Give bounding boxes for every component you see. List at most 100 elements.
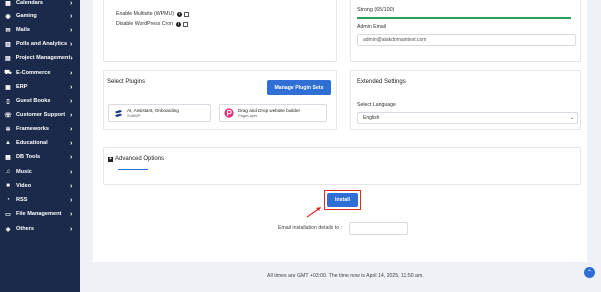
info-icon[interactable]: i (176, 11, 182, 17)
plugin-item-pagelayer[interactable]: Drag and Drop website builder PageLayer (219, 104, 327, 122)
sidebar-item-label: Others (16, 226, 35, 232)
sidebar-item-label: E-Commerce (16, 70, 51, 76)
sidebar-item-label: Music (16, 169, 32, 175)
language-select-value: English (363, 115, 380, 121)
admin-account-card: Strong (65/100) Admin Email admin@atakdo… (350, 0, 581, 62)
email-details-field[interactable] (349, 222, 408, 235)
select-language-label: Select Language (357, 102, 396, 108)
install-panel: Enable Multisite (WPMU) i Disable WordPr… (93, 0, 587, 262)
cart-icon: ⛟ (4, 70, 12, 76)
briefcase-icon: ▤ (4, 55, 11, 62)
sidebar-item-mails[interactable]: ✉ Mails › (0, 23, 80, 37)
folder-icon: ▭ (5, 211, 11, 218)
erp-icon: ▣ (5, 84, 11, 91)
advanced-options-card: + Advanced Options (103, 147, 581, 185)
chevron-right-icon: › (70, 111, 73, 119)
others-icon: ◈ (5, 226, 11, 233)
calendar-icon: ▦ (5, 0, 11, 7)
pagelayer-logo-icon (224, 108, 234, 118)
sidebar-item-label: Guest Books (16, 98, 51, 104)
select-plugins-card: Select Plugins Manage Plugin Sets AI, As… (103, 70, 337, 130)
plugin-author: PageLayer (238, 113, 258, 118)
sidebar-item-label: File Management (16, 211, 62, 217)
chevron-right-icon: › (70, 83, 73, 91)
sidebar-item-label: Mails (16, 27, 30, 33)
sidebar-item-db-tools[interactable]: ▦ DB Tools › (0, 150, 80, 164)
advanced-options-toggle[interactable]: + Advanced Options (108, 156, 164, 162)
red-arrow-annotation (306, 207, 321, 218)
language-select[interactable]: English ⌄ (357, 112, 578, 124)
chevron-right-icon: › (70, 40, 73, 48)
sidebar-item-label: Customer Support (16, 112, 66, 118)
multisite-checkbox[interactable] (183, 11, 189, 17)
sidebar-item-e-commerce[interactable]: ⛟ E-Commerce › (0, 66, 80, 80)
main-content: Enable Multisite (WPMU) i Disable WordPr… (80, 0, 601, 292)
admin-email-label: Admin Email (357, 24, 387, 30)
video-icon: ■ (6, 183, 10, 189)
sidebar-item-project-management[interactable]: ▤ Project Management › (0, 51, 80, 65)
sidebar-item-label: Calendars (16, 0, 44, 6)
sidebar-item-frameworks[interactable]: ✲ Frameworks › (0, 122, 80, 136)
disable-cron-label: Disable WordPress Cron (116, 21, 173, 27)
sidebar-item-educational[interactable]: ▲ Educational › (0, 136, 80, 150)
sidebar-item-label: Project Management (15, 55, 71, 61)
extended-settings-card: Extended Settings Select Language Englis… (350, 70, 581, 130)
chevron-right-icon: › (70, 225, 73, 233)
sidebar-item-label: Polls and Analytics (16, 41, 68, 47)
chevron-right-icon: › (70, 182, 73, 190)
email-details-label: Email installation details to : (278, 225, 343, 231)
sidebar-item-file-management[interactable]: ▭ File Management › (0, 207, 80, 221)
softwp-logo-icon (113, 108, 123, 118)
disable-cron-option: Disable WordPress Cron i (116, 21, 188, 27)
gamepad-icon: ◉ (5, 13, 11, 20)
sidebar-item-label: ERP (16, 84, 28, 90)
sidebar-item-others[interactable]: ◈ Others › (0, 222, 80, 236)
plugin-author: SoftWP (127, 113, 141, 118)
sidebar-item-customer-support[interactable]: ☏ Customer Support › (0, 108, 80, 122)
chevron-down-icon: ⌄ (569, 115, 574, 121)
sidebar-item-erp[interactable]: ▣ ERP › (0, 80, 80, 94)
chevron-right-icon: › (70, 0, 73, 7)
sidebar-item-label: Frameworks (16, 126, 49, 132)
sidebar-item-gaming[interactable]: ◉ Gaming › (0, 9, 80, 23)
manage-plugin-sets-button[interactable]: Manage Plugin Sets (267, 80, 331, 95)
install-button[interactable]: Install (327, 193, 358, 207)
advanced-options-underline (118, 169, 148, 170)
sidebar-item-polls-and-analytics[interactable]: ▥ Polls and Analytics › (0, 37, 80, 51)
chevron-right-icon: › (70, 97, 73, 105)
admin-email-field[interactable]: admin@atakdomaintest.com (357, 34, 576, 46)
chevron-right-icon: › (70, 54, 73, 62)
sidebar-item-label: Educational (16, 140, 48, 146)
disable-cron-checkbox[interactable] (183, 21, 188, 27)
chevron-right-icon: › (70, 12, 73, 20)
sidebar-item-music[interactable]: ♫ Music › (0, 165, 80, 179)
book-icon: ▯ (6, 98, 10, 105)
password-strength-bar (357, 17, 571, 19)
chevron-right-icon: › (70, 153, 73, 161)
sidebar-item-video[interactable]: ■ Video › (0, 179, 80, 193)
chevron-right-icon: › (70, 26, 73, 34)
scroll-to-top-button[interactable]: ⌃ (584, 267, 595, 278)
rss-icon: ◔ (6, 197, 10, 203)
footer-timestamp: All times are GMT +03:00. The time now i… (267, 273, 424, 279)
sidebar-item-label: DB Tools (16, 154, 41, 160)
plus-icon: + (108, 155, 113, 162)
chevron-right-icon: › (70, 196, 73, 204)
mail-icon: ✉ (5, 27, 11, 34)
sidebar-item-label: RSS (16, 197, 28, 203)
chevron-up-icon: ⌃ (586, 270, 593, 276)
select-plugins-title: Select Plugins (107, 79, 146, 85)
sidebar-item-rss[interactable]: ◔ RSS › (0, 193, 80, 207)
multisite-label: Enable Multisite (WPMU) (116, 11, 174, 17)
database-icon: ▦ (5, 154, 11, 161)
music-icon: ♫ (5, 169, 11, 175)
sidebar: ▦ Calendars › ◉ Gaming › ✉ Mails › ▥ Pol… (0, 0, 80, 292)
chevron-right-icon: › (70, 139, 73, 147)
info-icon[interactable]: i (176, 21, 181, 27)
chevron-right-icon: › (70, 125, 73, 133)
sidebar-item-guest-books[interactable]: ▯ Guest Books › (0, 94, 80, 108)
sidebar-item-label: Gaming (16, 13, 37, 19)
chevron-right-icon: › (70, 210, 73, 218)
plugin-item-softwp[interactable]: AI, Assistant, Onboarding SoftWP (108, 104, 211, 122)
chart-icon: ▥ (5, 41, 11, 48)
